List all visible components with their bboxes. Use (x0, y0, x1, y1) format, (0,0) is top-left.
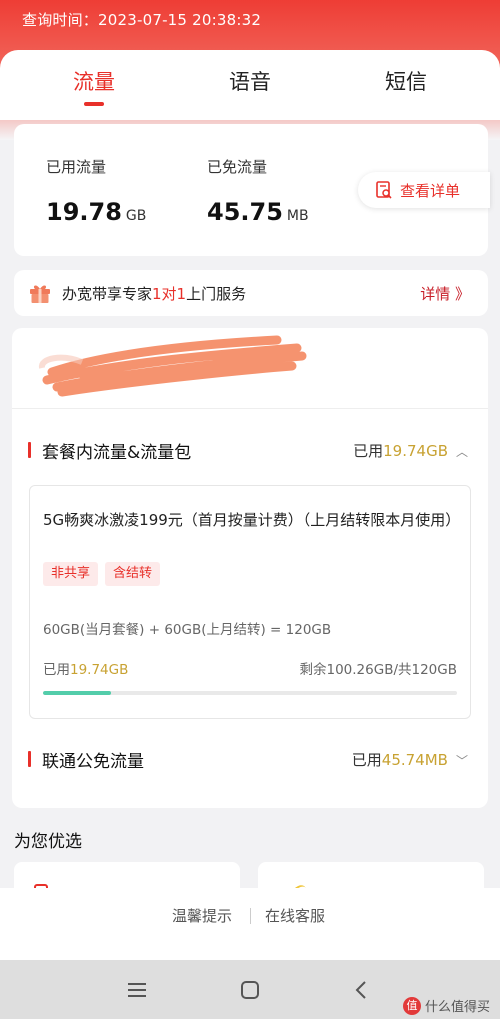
promo-text-start: 办宽带享专家 (62, 285, 153, 303)
used-data-unit: GB (125, 208, 147, 224)
free-section-title: 联通公免流量 (42, 752, 144, 772)
free-used-prefix: 已用 (351, 751, 382, 769)
tab-voice[interactable]: 语音 (200, 66, 300, 96)
usage-progress-fill (43, 691, 112, 695)
usage-progress-bar (43, 691, 457, 695)
section-accent-bar (28, 442, 31, 458)
chevron-up-icon: ︿ (455, 445, 468, 459)
watermark: 值什么值得买 (402, 996, 490, 1015)
tab-bar: 流量 语音 短信 (0, 50, 500, 120)
footer-divider (250, 908, 251, 924)
chevron-down-icon: ﹀ (455, 754, 468, 768)
package-formula: 60GB(当月套餐) + 60GB(上月结转) = 120GB (43, 622, 332, 638)
promo-details-link[interactable]: 详情 》 (420, 283, 470, 304)
view-details-button[interactable]: 查看详单 (358, 172, 490, 208)
tips-link[interactable]: 温馨提示 (172, 905, 232, 926)
tag-non-shared: 非共享 (43, 562, 99, 586)
package-used-value: 19.74GB (383, 442, 448, 460)
package-used-prefix: 已用 (353, 442, 384, 460)
package-remaining: 剩余100.26GB/共120GB (299, 662, 458, 678)
section-accent-bar (28, 751, 31, 767)
free-data-number: 45.75 (207, 198, 283, 226)
tab-sms[interactable]: 短信 (356, 66, 456, 96)
free-used-value: 45.74MB (381, 751, 448, 769)
free-section-header[interactable]: 联通公免流量 已用45.74MB ﹀ (28, 745, 472, 773)
card-divider (12, 408, 488, 409)
broadband-promo-banner[interactable]: 办宽带享专家1对1上门服务 详情 》 (14, 270, 488, 316)
free-data-label: 已免流量 (207, 158, 268, 176)
usage-summary-card: 已用流量 19.78 GB 已免流量 45.75 MB 查看详单 (14, 124, 490, 256)
promo-text-highlight: 1对1 (152, 285, 187, 303)
back-icon[interactable] (349, 977, 375, 1003)
query-time: 查询时间：2023-07-15 20:38:32 (22, 11, 262, 29)
watermark-text: 什么值得买 (424, 1000, 490, 1015)
used-data-label: 已用流量 (46, 158, 107, 176)
package-section-title: 套餐内流量&流量包 (42, 443, 192, 463)
free-data-unit: MB (286, 208, 309, 224)
tag-carryover: 含结转 (105, 562, 161, 586)
used-data-value: 19.78 GB (46, 198, 146, 226)
package-detail-box: 5G畅爽冰激凌199元（首月按量计费）（上月结转限本月使用） 非共享 含结转 6… (29, 485, 471, 719)
view-details-label: 查看详单 (400, 181, 461, 200)
menu-icon[interactable] (124, 977, 150, 1003)
document-search-icon (376, 181, 392, 199)
data-plan-card: 套餐内流量&流量包 已用19.74GB ︿ 5G畅爽冰激凌199元（首月按量计费）… (12, 328, 488, 808)
free-section-usage[interactable]: 已用45.74MB ﹀ (352, 749, 468, 770)
footer-bar: 温馨提示 在线客服 (0, 888, 500, 960)
free-data-value: 45.75 MB (207, 198, 309, 226)
online-service-link[interactable]: 在线客服 (265, 905, 325, 926)
redaction-scribble (39, 335, 307, 397)
package-used-row: 已用19.74GB (43, 658, 128, 678)
package-row-used-value: 19.74GB (70, 662, 129, 678)
package-section-header[interactable]: 套餐内流量&流量包 已用19.74GB ︿ (28, 436, 472, 464)
package-row-used-prefix: 已用 (43, 662, 70, 678)
promo-text-end: 上门服务 (186, 285, 247, 303)
watermark-badge: 值 (402, 996, 421, 1015)
gift-icon (30, 285, 50, 303)
used-data-number: 19.78 (46, 198, 122, 226)
package-section-usage[interactable]: 已用19.74GB ︿ (353, 440, 468, 461)
recommend-title: 为您优选 (14, 832, 82, 852)
promo-text: 办宽带享专家1对1上门服务 (62, 283, 246, 304)
home-icon[interactable] (237, 977, 263, 1003)
active-tab-indicator (84, 102, 104, 106)
package-name: 5G畅爽冰激凌199元（首月按量计费）（上月结转限本月使用） (43, 511, 461, 529)
tab-data[interactable]: 流量 (44, 66, 144, 96)
